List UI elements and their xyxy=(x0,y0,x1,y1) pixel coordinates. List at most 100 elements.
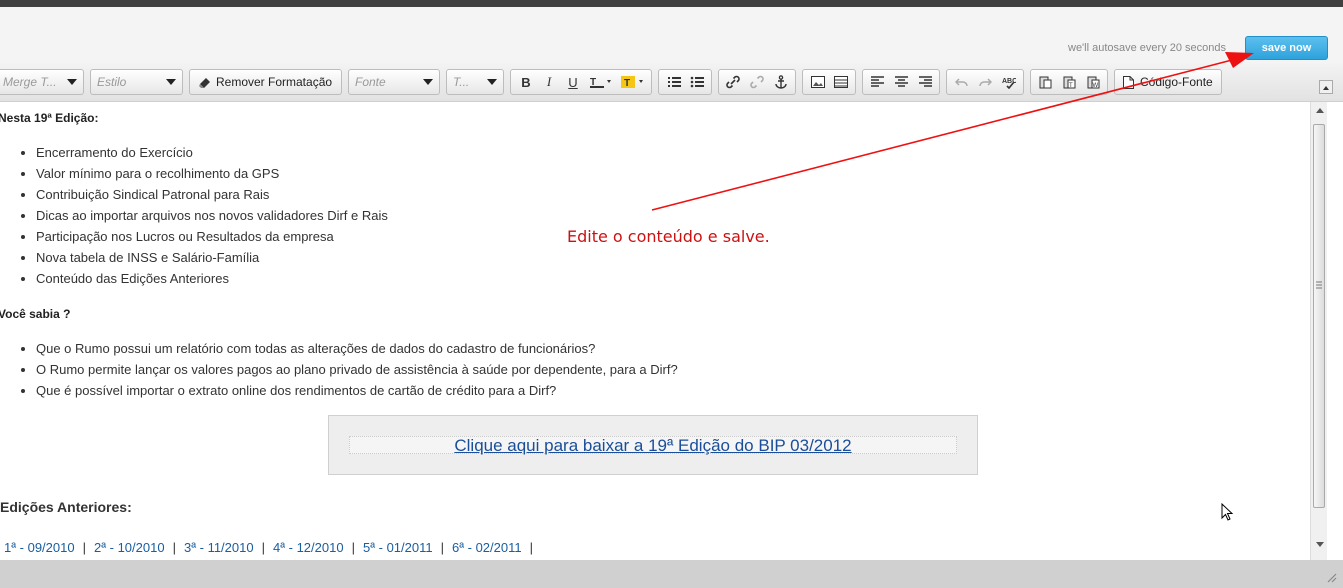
image-icon xyxy=(811,76,825,88)
annotation-note: Edite o conteúdo e salve. xyxy=(567,227,770,246)
table-icon xyxy=(834,76,848,88)
edition-link[interactable]: 5ª - 01/2011 xyxy=(363,540,433,555)
merge-tags-placeholder: Merge T... xyxy=(3,75,57,89)
italic-button[interactable]: I xyxy=(539,73,559,91)
remove-format-button[interactable]: Remover Formatação xyxy=(189,69,342,95)
anchor-icon xyxy=(775,75,787,89)
previous-editions-title: Edições Anteriores: xyxy=(0,499,132,515)
bulleted-list-button[interactable] xyxy=(687,73,707,91)
scroll-thumb[interactable] xyxy=(1313,124,1325,508)
list-item: Nova tabela de INSS e Salário-Família xyxy=(36,247,388,268)
image-button[interactable] xyxy=(808,73,828,91)
scroll-down-icon[interactable] xyxy=(1316,542,1324,547)
editor-content-area[interactable]: Nesta 19ª Edição: Encerramento do Exercí… xyxy=(0,102,1310,560)
edition-link[interactable]: 6ª - 02/2011 xyxy=(452,540,522,555)
download-link-container: Clique aqui para baixar a 19ª Edição do … xyxy=(349,436,957,454)
link-button[interactable] xyxy=(723,73,743,91)
source-code-label: Código-Fonte xyxy=(1140,75,1213,89)
chevron-down-icon xyxy=(166,79,176,85)
svg-text:W: W xyxy=(1092,83,1098,89)
edition-link[interactable]: 2ª - 10/2010 xyxy=(94,540,165,555)
download-link[interactable]: Clique aqui para baixar a 19ª Edição do … xyxy=(454,436,851,455)
autosave-notice: we'll autosave every 20 seconds xyxy=(1068,42,1227,54)
paste-button[interactable] xyxy=(1035,73,1055,91)
toolbar-collapse-button[interactable] xyxy=(1319,80,1333,94)
align-right-button[interactable] xyxy=(915,73,935,91)
highlight-icon: T xyxy=(621,76,643,89)
text-color-button[interactable]: T xyxy=(587,73,615,91)
align-center-button[interactable] xyxy=(891,73,911,91)
paste-word-button[interactable]: W xyxy=(1083,73,1103,91)
list-group xyxy=(658,69,712,95)
align-left-button[interactable] xyxy=(867,73,887,91)
editor-toolbar: Merge T... Estilo Remover Formatação Fon… xyxy=(0,63,1343,102)
editor-scrollbar[interactable] xyxy=(1310,102,1327,560)
paste-word-icon: W xyxy=(1087,76,1099,89)
bg-color-button[interactable]: T xyxy=(619,73,647,91)
paste-text-button[interactable]: T xyxy=(1059,73,1079,91)
link-group xyxy=(718,69,796,95)
source-code-button[interactable]: Código-Fonte xyxy=(1114,69,1222,95)
download-box: Clique aqui para baixar a 19ª Edição do … xyxy=(328,415,978,475)
status-bar xyxy=(0,560,1343,588)
spellcheck-icon: ABC xyxy=(1002,78,1016,89)
clipboard-group: T W xyxy=(1030,69,1108,95)
right-margin xyxy=(1327,102,1343,560)
font-placeholder: Fonte xyxy=(355,75,386,89)
numbered-list-button[interactable] xyxy=(664,73,684,91)
redo-icon xyxy=(978,78,992,87)
align-left-icon xyxy=(870,76,884,87)
paste-icon xyxy=(1039,76,1051,89)
history-group: ABC xyxy=(946,69,1024,95)
redo-button[interactable] xyxy=(975,73,995,91)
list-item: O Rumo permite lançar os valores pagos a… xyxy=(36,359,678,380)
resize-handle-icon[interactable] xyxy=(1325,571,1337,583)
align-right-icon xyxy=(918,76,932,87)
unlink-button[interactable] xyxy=(747,73,767,91)
edition-link[interactable]: 4ª - 12/2010 xyxy=(273,540,344,555)
undo-button[interactable] xyxy=(951,73,971,91)
link-icon xyxy=(726,75,740,89)
numbered-list-icon xyxy=(668,77,681,87)
list-item: Que o Rumo possui um relatório com todas… xyxy=(36,338,678,359)
text-format-group: B I U T T xyxy=(510,69,652,95)
bulleted-list-icon xyxy=(690,76,704,88)
list-item: Dicas ao importar arquivos nos novos val… xyxy=(36,205,388,226)
editor-header: we'll autosave every 20 seconds save now xyxy=(0,7,1343,63)
anchor-button[interactable] xyxy=(771,73,791,91)
undo-icon xyxy=(954,78,968,87)
eraser-icon xyxy=(199,78,210,88)
did-you-know-list: Que o Rumo possui um relatório com todas… xyxy=(0,338,678,401)
chevron-down-icon xyxy=(67,79,77,85)
svg-text:T: T xyxy=(1069,83,1073,89)
mouse-cursor-icon xyxy=(1221,503,1234,521)
font-dropdown[interactable]: Fonte xyxy=(348,69,440,95)
merge-tags-dropdown[interactable]: Merge T... xyxy=(0,69,84,95)
scroll-up-icon[interactable] xyxy=(1316,108,1324,113)
triangle-up-icon xyxy=(1323,86,1329,90)
list-item: Contribuição Sindical Patronal para Rais xyxy=(36,184,388,205)
svg-text:ABC: ABC xyxy=(1002,78,1016,85)
list-item: Participação nos Lucros ou Resultados da… xyxy=(36,226,388,247)
list-item: Encerramento do Exercício xyxy=(36,142,388,163)
previous-editions-links: 1ª - 09/2010 | 2ª - 10/2010 | 3ª - 11/2010 | 4… xyxy=(4,540,533,555)
table-button[interactable] xyxy=(831,73,851,91)
size-dropdown[interactable]: T... xyxy=(446,69,504,95)
document-icon xyxy=(1123,75,1134,89)
bold-button[interactable]: B xyxy=(516,73,536,91)
insert-group xyxy=(802,69,856,95)
top-bar xyxy=(0,0,1343,7)
unlink-icon xyxy=(750,75,764,89)
underline-button[interactable]: U xyxy=(563,73,583,91)
list-item: Conteúdo das Edições Anteriores xyxy=(36,268,388,289)
size-placeholder: T... xyxy=(453,75,470,89)
this-edition-list: Encerramento do Exercício Valor mínimo p… xyxy=(0,142,388,289)
edition-link[interactable]: 3ª - 11/2010 xyxy=(184,540,254,555)
edition-link[interactable]: 1ª - 09/2010 xyxy=(4,540,75,555)
text-color-icon: T xyxy=(590,77,611,88)
spellcheck-button[interactable]: ABC xyxy=(999,73,1019,91)
style-dropdown[interactable]: Estilo xyxy=(90,69,183,95)
svg-text:T: T xyxy=(624,78,630,89)
save-now-button[interactable]: save now xyxy=(1245,36,1328,60)
chevron-down-icon xyxy=(423,79,433,85)
